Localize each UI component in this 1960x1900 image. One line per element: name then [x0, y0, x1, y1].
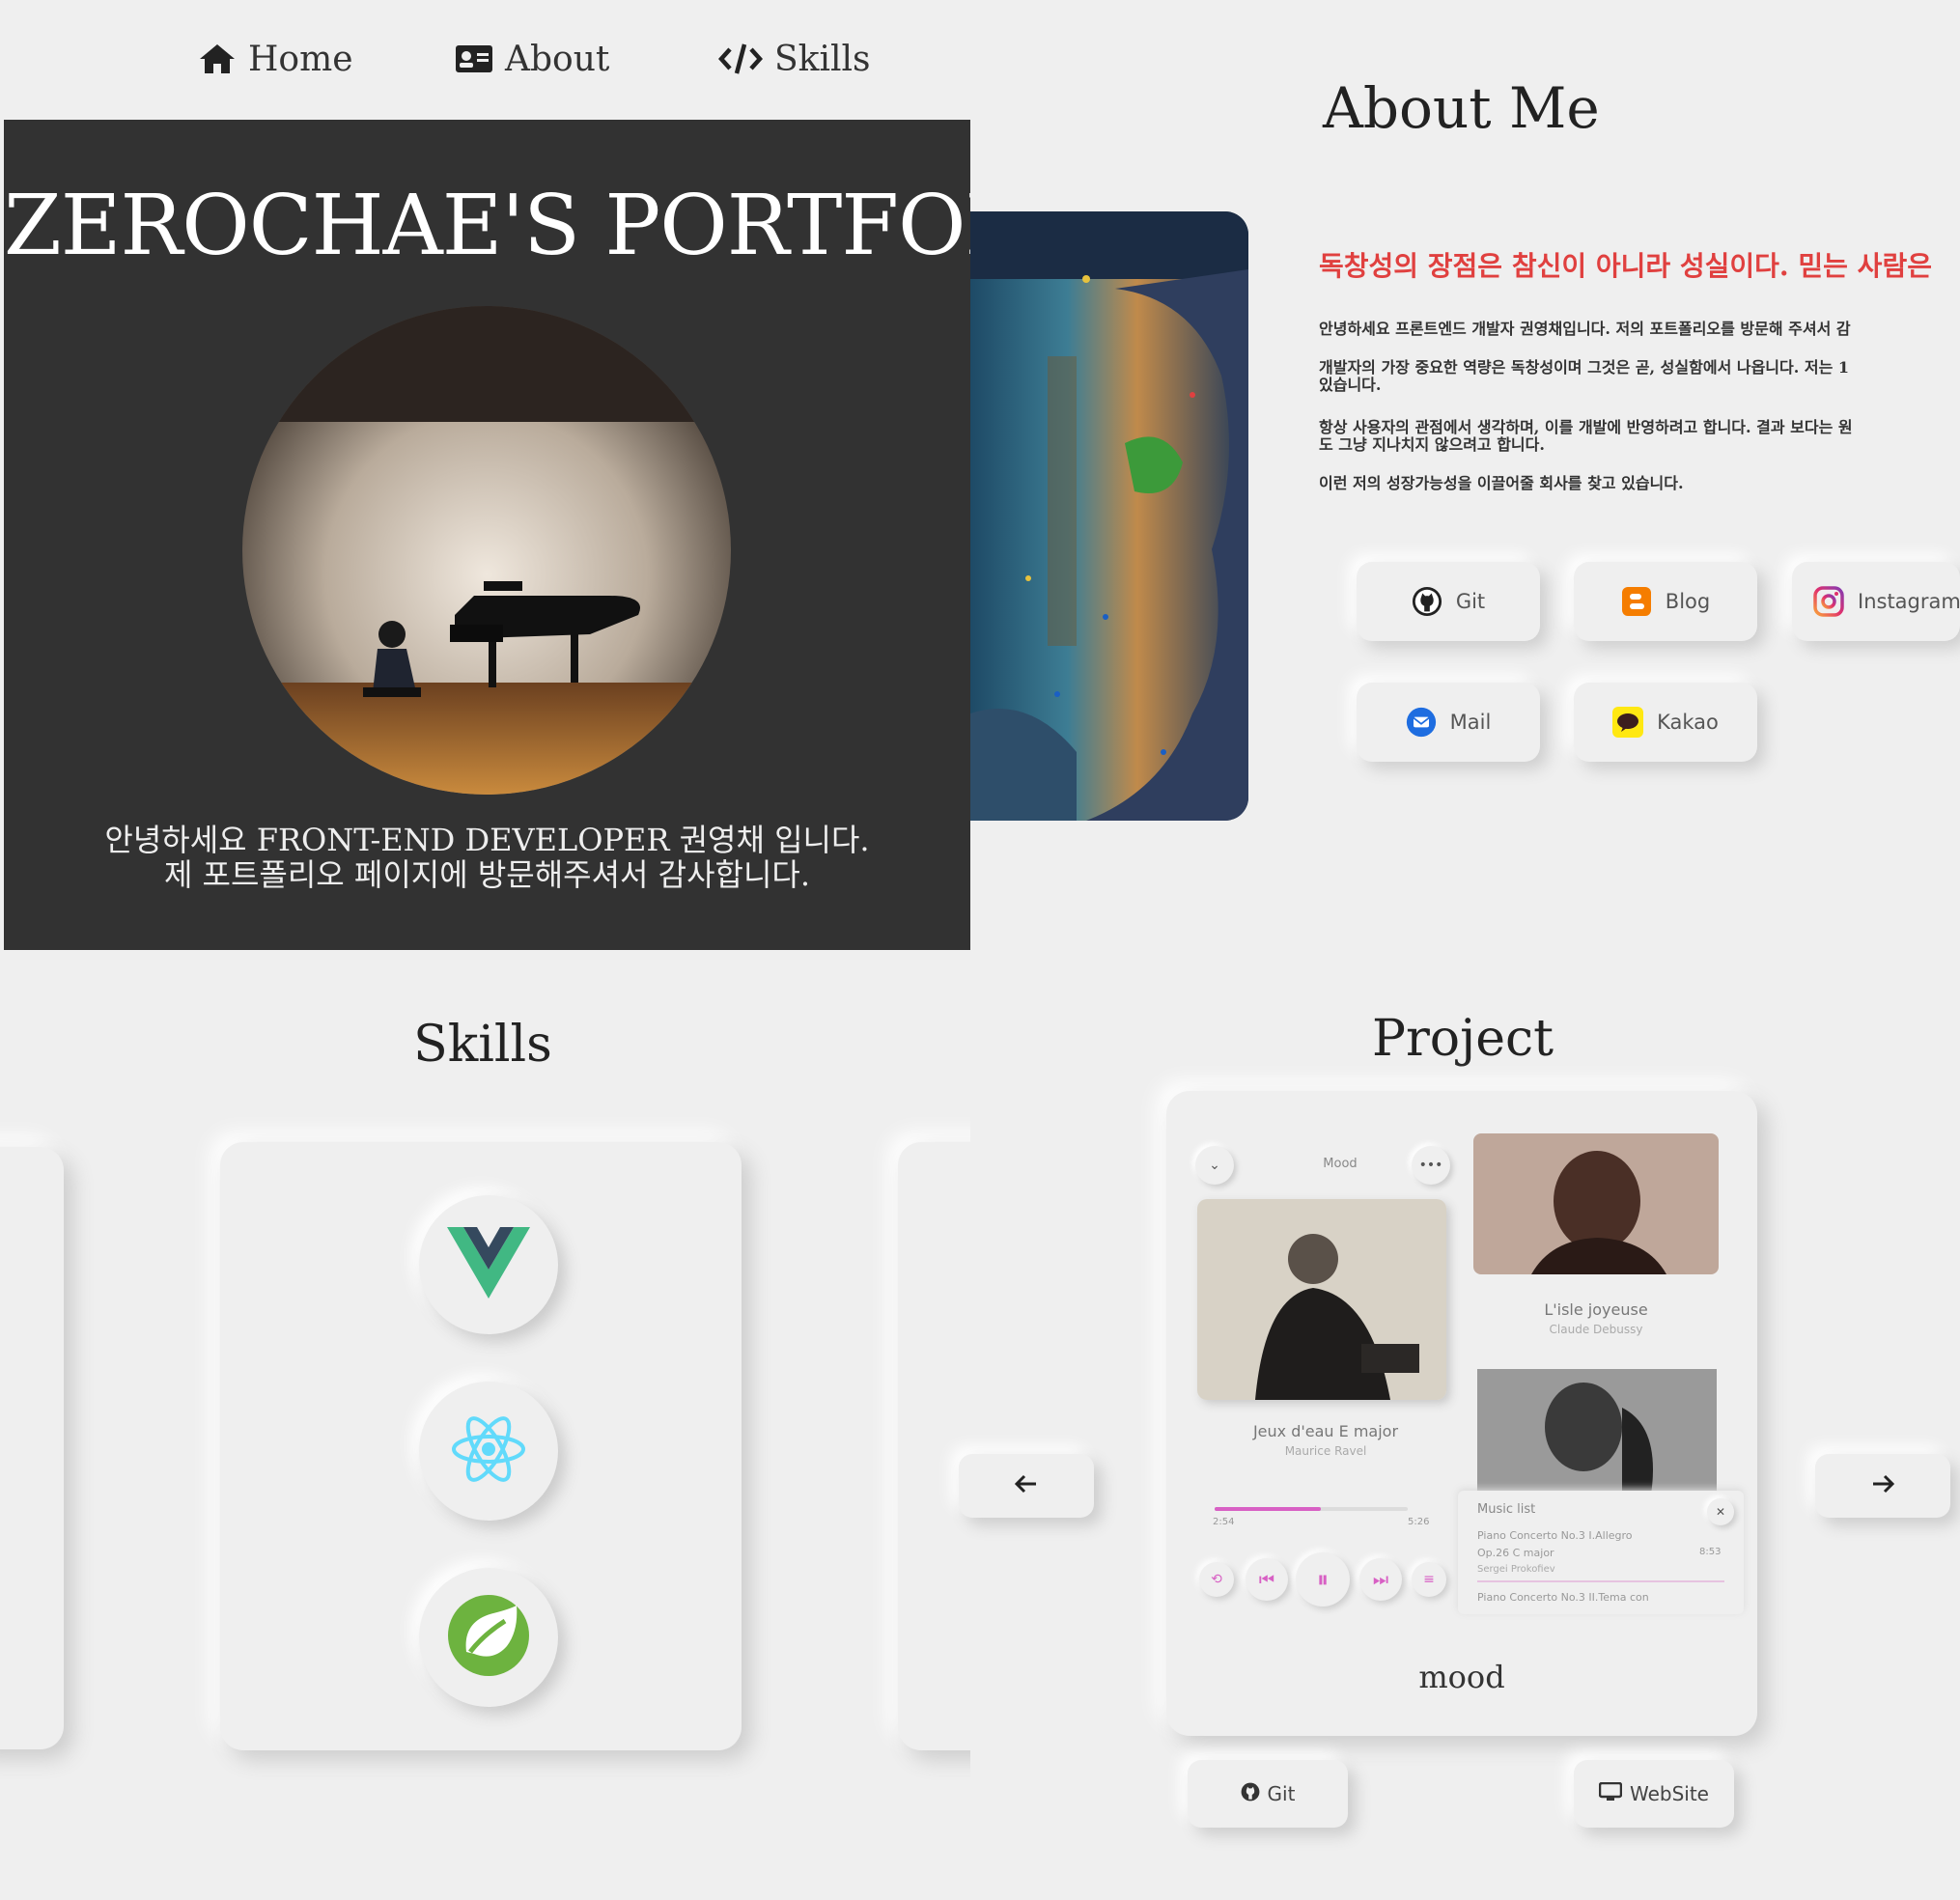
skill-card-previous[interactable] — [0, 1147, 64, 1749]
blog-link-label: Blog — [1665, 590, 1711, 613]
kakaotalk-icon — [1612, 707, 1644, 738]
about-quote: 독창성의 장점은 참신이 아니라 성실이다. 믿는 사람은 — [1319, 250, 1932, 282]
music-list-title: Music list — [1477, 1502, 1536, 1517]
react-icon — [450, 1414, 527, 1488]
blogger-icon — [1621, 586, 1652, 617]
about-paragraph-1: 안녕하세요 프론트엔드 개발자 권영채입니다. 저의 포트폴리오를 방문해 주셔… — [1319, 321, 1851, 337]
project-title: Project — [1371, 1010, 1554, 1068]
aquarium-image — [970, 211, 1248, 821]
music-list-item1-title: Piano Concerto No.3 I.Allegro — [1477, 1529, 1633, 1542]
about-paragraph-2: 개발자의 가장 중요한 역량은 독창성이며 그것은 곧, 성실함에서 나옵니다.… — [1319, 359, 1850, 376]
project-website-label: WebSite — [1629, 1782, 1709, 1805]
hero-line-1: 안녕하세요 FRONT-END DEVELOPER 권영채 입니다. — [104, 822, 870, 858]
about-paragraph-3b: 도 그냥 지나치지 않으려고 합니다. — [1319, 436, 1545, 453]
piano-performance-photo — [242, 306, 731, 795]
kakao-link-label: Kakao — [1657, 711, 1719, 734]
music-list-panel: Music list ✕ Piano Concerto No.3 I.Alleg… — [1458, 1491, 1744, 1614]
about-paragraph-3: 항상 사용자의 관점에서 생각하며, 이를 개발에 반영하려고 합니다. 결과 … — [1319, 419, 1853, 435]
hero-title: ZEROCHAE'S PORTFOLIO — [4, 178, 970, 274]
track1-artist: Maurice Ravel — [1284, 1444, 1367, 1458]
git-link-button[interactable]: Git — [1357, 562, 1540, 641]
vue-icon — [447, 1227, 530, 1302]
previous-track-icon[interactable]: ⏮ — [1246, 1558, 1288, 1601]
project-card[interactable]: ⌄ Mood ••• Jeux d'eau E major Maurice Ra… — [1166, 1091, 1757, 1736]
music-list-item1-key: Op.26 C major — [1477, 1547, 1554, 1559]
close-icon[interactable]: ✕ — [1707, 1498, 1734, 1525]
progress-fill — [1215, 1507, 1321, 1511]
kakao-link-button[interactable]: Kakao — [1574, 683, 1757, 762]
blog-link-button[interactable]: Blog — [1574, 562, 1757, 641]
hero-greeting: 안녕하세요 FRONT-END DEVELOPER 권영채 입니다. 제 포트폴… — [4, 823, 970, 892]
instagram-link-label: Instagram — [1858, 590, 1960, 613]
ravel-portrait — [1197, 1199, 1446, 1400]
project-git-label: Git — [1267, 1782, 1296, 1805]
pause-icon[interactable]: ⏸ — [1296, 1552, 1350, 1607]
arrow-left-icon — [1014, 1474, 1038, 1497]
track2-artist: Claude Debussy — [1549, 1323, 1643, 1336]
skill-card — [220, 1142, 742, 1750]
github-icon — [1412, 586, 1442, 617]
music-list-divider — [1477, 1580, 1724, 1582]
music-list-item1-time: 8:53 — [1699, 1547, 1722, 1557]
mail-link-button[interactable]: Mail — [1357, 683, 1540, 762]
mail-icon — [1406, 707, 1437, 738]
more-icon: ••• — [1412, 1146, 1450, 1185]
nav-home[interactable]: Home — [198, 35, 353, 83]
code-icon — [718, 42, 763, 75]
hero-section: ZEROCHAE'S PORTFOLIO 안녕하세요 F — [4, 120, 970, 950]
hero-line-2: 제 포트폴리오 페이지에 방문해주셔서 감사합니다. — [163, 856, 811, 893]
nav-skills[interactable]: Skills — [718, 35, 871, 83]
spring-badge — [419, 1568, 558, 1707]
monitor-icon — [1598, 1781, 1623, 1806]
project-prev-button[interactable] — [959, 1454, 1094, 1518]
project-website-button[interactable]: WebSite — [1574, 1760, 1734, 1828]
spring-icon — [445, 1592, 532, 1683]
home-icon — [198, 42, 237, 75]
nav-about[interactable]: About — [455, 35, 609, 83]
react-badge — [419, 1382, 558, 1521]
repeat-icon[interactable]: ⟲ — [1199, 1562, 1234, 1597]
progress-track[interactable] — [1215, 1507, 1408, 1511]
project-git-button[interactable]: Git — [1188, 1760, 1348, 1828]
about-title: About Me — [1323, 75, 1600, 141]
prokofiev-portrait — [1477, 1369, 1717, 1495]
music-list-item1-artist: Sergei Prokofiev — [1477, 1564, 1555, 1575]
skills-title: Skills — [413, 1016, 552, 1074]
instagram-link-button[interactable]: Instagram — [1792, 562, 1960, 641]
github-icon — [1241, 1782, 1260, 1806]
nav-about-label: About — [505, 39, 610, 79]
id-card-icon — [455, 44, 493, 73]
mail-link-label: Mail — [1449, 711, 1492, 734]
project-next-button[interactable] — [1815, 1454, 1950, 1518]
arrow-right-icon — [1871, 1474, 1895, 1497]
about-paragraph-2b: 있습니다. — [1319, 377, 1382, 393]
about-paragraph-4: 이런 저의 성장가능성을 이끌어줄 회사를 찾고 있습니다. — [1319, 475, 1684, 491]
vue-badge — [419, 1195, 558, 1334]
playlist-icon[interactable]: ≡ — [1412, 1562, 1446, 1597]
git-link-label: Git — [1455, 590, 1486, 613]
music-list-item2: Piano Concerto No.3 II.Tema con — [1477, 1591, 1649, 1604]
nav-skills-label: Skills — [774, 39, 871, 79]
instagram-icon — [1813, 586, 1844, 617]
nav-home-label: Home — [248, 39, 353, 79]
track1-title: Jeux d'eau E major — [1252, 1422, 1399, 1440]
project-name: mood — [1418, 1659, 1505, 1695]
time-current: 2:54 — [1213, 1517, 1235, 1527]
carousel-mask — [970, 1110, 1163, 1786]
time-total: 5:26 — [1408, 1517, 1430, 1527]
app-header-title: Mood — [1323, 1157, 1358, 1171]
debussy-portrait — [1473, 1133, 1719, 1274]
chevron-down-icon: ⌄ — [1195, 1146, 1234, 1185]
track2-title: L'isle joyeuse — [1544, 1300, 1648, 1319]
next-track-icon[interactable]: ⏭ — [1359, 1558, 1402, 1601]
